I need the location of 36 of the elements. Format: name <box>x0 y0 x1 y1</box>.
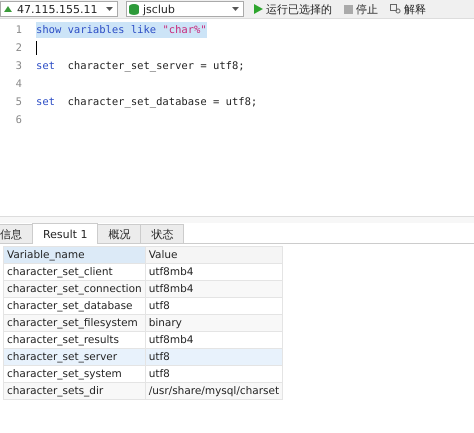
result-tab[interactable]: 概况 <box>97 224 142 243</box>
database-icon <box>129 4 139 14</box>
run-button[interactable]: 运行已选择的 <box>252 2 334 16</box>
table-cell: character_set_server <box>4 348 146 366</box>
line-number: 5 <box>14 96 23 108</box>
splitter-bar[interactable] <box>0 216 474 223</box>
line-number: 2 <box>14 42 23 54</box>
line-number: 3 <box>14 60 23 72</box>
result-tab[interactable]: 状态 <box>140 224 184 243</box>
code-line: set character_set_server = utf8; <box>36 59 245 74</box>
explain-icon <box>390 4 401 14</box>
code-line: set character_set_database = utf8; <box>36 95 258 110</box>
table-cell: character_sets_dir <box>4 382 146 400</box>
table-cell: character_set_filesystem <box>4 314 146 332</box>
play-icon <box>254 4 263 14</box>
connection-dropdown[interactable]: 47.115.155.11 <box>0 1 118 17</box>
result-tab[interactable]: Result 1 <box>32 223 98 244</box>
stop-button[interactable]: 停止 <box>342 2 380 16</box>
caret-icon <box>232 7 239 11</box>
caret-icon <box>106 7 113 11</box>
line-number: 1 <box>14 24 23 36</box>
table-cell: utf8 <box>145 348 283 366</box>
column-header[interactable]: Value <box>145 246 283 264</box>
line-number: 4 <box>14 78 23 90</box>
table-cell: utf8mb4 <box>145 280 283 298</box>
line-number: 6 <box>14 114 23 126</box>
explain-button[interactable]: 解释 <box>388 2 428 16</box>
stop-icon <box>344 4 353 14</box>
table-cell: binary <box>145 314 283 332</box>
column-header[interactable]: Variable_name <box>4 246 146 264</box>
connection-icon <box>3 4 13 14</box>
database-dropdown[interactable]: jsclub <box>126 1 244 17</box>
sql-editor[interactable]: 1 show variables like "char%" 2 3 set character_set_server = utf8; 4 5 set character_set_database = utf8; 6 <box>0 19 474 216</box>
table-cell: character_set_connection <box>4 280 146 298</box>
result-tab[interactable]: 信息 <box>0 224 33 243</box>
table-cell: /usr/share/mysql/charset <box>145 382 283 400</box>
